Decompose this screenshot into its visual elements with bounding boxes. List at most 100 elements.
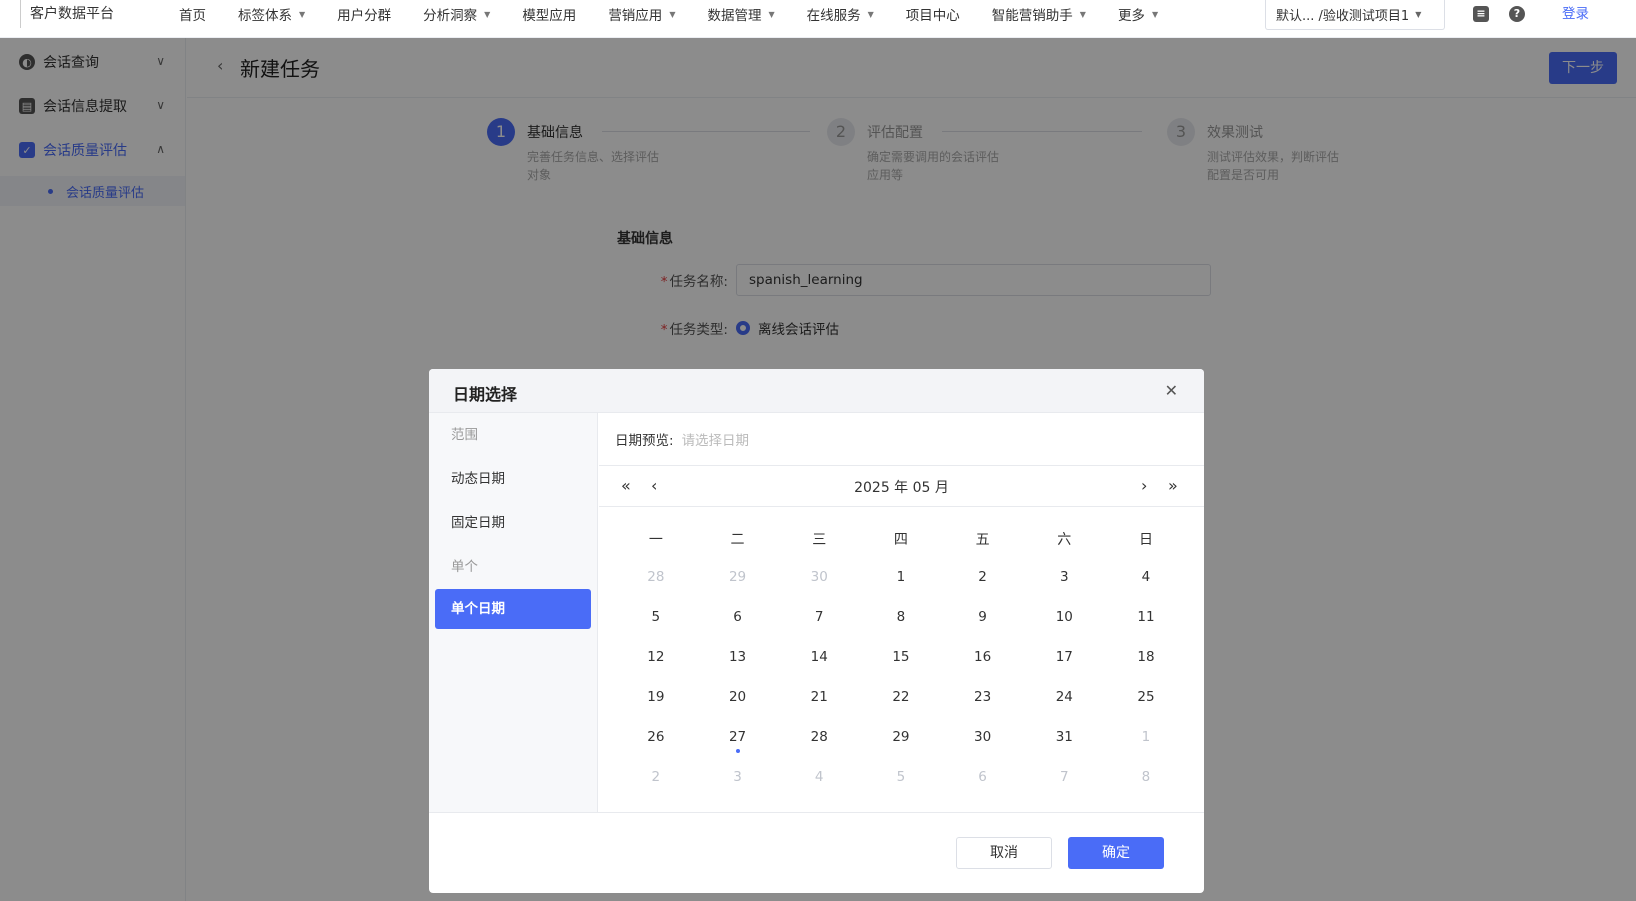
calendar-day[interactable]: 3 xyxy=(697,769,779,785)
calendar-day[interactable]: 26 xyxy=(615,729,697,745)
calendar-day[interactable]: 28 xyxy=(615,569,697,585)
nav-item[interactable]: 分析洞察 ▼ xyxy=(423,4,490,24)
next-month-icon[interactable]: › xyxy=(1141,476,1147,495)
calendar-week-row: 12 13 14 15 16 17 18 xyxy=(615,637,1187,677)
next-year-icon[interactable]: » xyxy=(1168,476,1178,495)
calendar-day-label: 26 xyxy=(647,729,665,745)
calendar-week-row: 2 3 4 5 6 7 8 xyxy=(615,757,1187,797)
calendar-day-label: 7 xyxy=(814,609,824,625)
calendar-day-label: 12 xyxy=(647,649,665,665)
calendar-day[interactable]: 19 xyxy=(615,689,697,705)
calendar-day[interactable]: 27 xyxy=(697,729,779,753)
date-type-option[interactable]: 动态日期 xyxy=(429,457,597,501)
calendar-day-label: 4 xyxy=(814,769,824,785)
help-icon[interactable]: ? xyxy=(1509,6,1525,22)
calendar-day-label: 5 xyxy=(651,609,661,625)
calendar-day[interactable]: 8 xyxy=(860,609,942,625)
caret-down-icon: ▼ xyxy=(768,9,775,19)
calendar-day-label: 8 xyxy=(896,609,906,625)
calendar-day[interactable]: 3 xyxy=(1023,569,1105,585)
calendar-day[interactable]: 21 xyxy=(778,689,860,705)
nav-item[interactable]: 智能营销助手 ▼ xyxy=(992,4,1086,24)
calendar-day[interactable]: 29 xyxy=(860,729,942,745)
nav-item[interactable]: 首页 xyxy=(179,4,206,24)
calendar-day[interactable]: 28 xyxy=(778,729,860,745)
calendar-day[interactable]: 13 xyxy=(697,649,779,665)
calendar-day[interactable]: 22 xyxy=(860,689,942,705)
message-icon[interactable]: ≡ xyxy=(1473,6,1489,22)
calendar-day[interactable]: 30 xyxy=(778,569,860,585)
login-link[interactable]: 登录 xyxy=(1562,0,1589,28)
nav-item[interactable]: 在线服务 ▼ xyxy=(807,4,874,24)
calendar-day[interactable]: 6 xyxy=(942,769,1024,785)
nav-item[interactable]: 数据管理 ▼ xyxy=(707,4,774,24)
calendar-day[interactable]: 12 xyxy=(615,649,697,665)
calendar-day-label: 10 xyxy=(1055,609,1073,625)
calendar-week-row: 28 29 30 1 2 3 4 xyxy=(615,557,1187,597)
nav-item[interactable]: 营销应用 ▼ xyxy=(608,4,675,24)
confirm-button[interactable]: 确定 xyxy=(1068,837,1164,869)
calendar-header: « ‹ 2025 年 05 月 › » xyxy=(599,466,1204,507)
nav-item-label: 项目中心 xyxy=(905,8,960,24)
nav-item[interactable]: 用户分群 xyxy=(337,4,391,24)
calendar-day[interactable]: 15 xyxy=(860,649,942,665)
weekday-label: 二 xyxy=(730,532,745,548)
date-type-group-label: 范围 xyxy=(451,427,478,443)
calendar-day-label: 6 xyxy=(733,609,742,625)
nav-item[interactable]: 项目中心 xyxy=(906,4,960,24)
calendar-day[interactable]: 20 xyxy=(697,689,779,705)
calendar-day-label: 22 xyxy=(892,689,910,705)
calendar-day[interactable]: 6 xyxy=(697,609,779,625)
dialog-title: 日期选择 xyxy=(453,385,518,404)
calendar-day[interactable]: 17 xyxy=(1023,649,1105,665)
weekday-label: 一 xyxy=(648,532,663,548)
calendar-day[interactable]: 7 xyxy=(778,609,860,625)
calendar-day[interactable]: 2 xyxy=(942,569,1024,585)
caret-down-icon: ▼ xyxy=(299,9,306,19)
calendar-day[interactable]: 30 xyxy=(942,729,1024,745)
calendar-day[interactable]: 5 xyxy=(615,609,697,625)
calendar-day[interactable]: 4 xyxy=(1105,569,1187,585)
dialog-footer: 取消 确定 xyxy=(429,812,1204,893)
dialog-header: 日期选择 ✕ xyxy=(429,369,1204,413)
date-type-option[interactable]: 固定日期 xyxy=(429,501,597,545)
calendar-day[interactable]: 11 xyxy=(1105,609,1187,625)
date-type-option[interactable]: 单个日期 xyxy=(435,589,591,629)
project-select-value: 默认... /验收测试项目1 xyxy=(1276,9,1410,24)
calendar-day[interactable]: 5 xyxy=(860,769,942,785)
calendar-day[interactable]: 1 xyxy=(1105,729,1187,745)
calendar-day[interactable]: 14 xyxy=(778,649,860,665)
nav-item[interactable]: 更多 ▼ xyxy=(1118,4,1158,24)
calendar-day[interactable]: 16 xyxy=(942,649,1024,665)
brand-name[interactable]: 客户数据平台 xyxy=(20,0,114,28)
nav-item[interactable]: 模型应用 xyxy=(522,4,576,24)
calendar-day[interactable]: 8 xyxy=(1105,769,1187,785)
date-type-list: 范围 动态日期 固定日期 单个 单个日期 xyxy=(429,413,598,812)
calendar-day[interactable]: 29 xyxy=(697,569,779,585)
caret-down-icon: ▼ xyxy=(867,9,874,19)
calendar-day-label: 1 xyxy=(1141,729,1151,745)
calendar-day[interactable]: 24 xyxy=(1023,689,1105,705)
nav-item[interactable]: 标签体系 ▼ xyxy=(238,4,305,24)
calendar-day[interactable]: 4 xyxy=(778,769,860,785)
project-select[interactable]: 默认... /验收测试项目1 ▼ xyxy=(1265,0,1445,30)
weekday-label: 五 xyxy=(975,532,990,548)
calendar-day-label: 6 xyxy=(978,769,987,785)
calendar-day[interactable]: 1 xyxy=(860,569,942,585)
nav-item-label: 数据管理 xyxy=(707,8,762,24)
today-marker-icon xyxy=(735,749,740,753)
nav-item-label: 标签体系 xyxy=(238,8,292,24)
calendar-day[interactable]: 9 xyxy=(942,609,1024,625)
calendar-day[interactable]: 23 xyxy=(942,689,1024,705)
calendar-day[interactable]: 2 xyxy=(615,769,697,785)
calendar-week-row: 19 20 21 22 23 24 25 xyxy=(615,677,1187,717)
calendar-title: 2025 年 05 月 xyxy=(854,480,949,496)
calendar-day[interactable]: 10 xyxy=(1023,609,1105,625)
calendar-day[interactable]: 25 xyxy=(1105,689,1187,705)
calendar-day-label: 2 xyxy=(978,569,987,585)
calendar-day[interactable]: 18 xyxy=(1105,649,1187,665)
close-icon[interactable]: ✕ xyxy=(1165,381,1178,400)
calendar-day[interactable]: 31 xyxy=(1023,729,1105,745)
cancel-button[interactable]: 取消 xyxy=(956,837,1052,869)
calendar-day[interactable]: 7 xyxy=(1023,769,1105,785)
